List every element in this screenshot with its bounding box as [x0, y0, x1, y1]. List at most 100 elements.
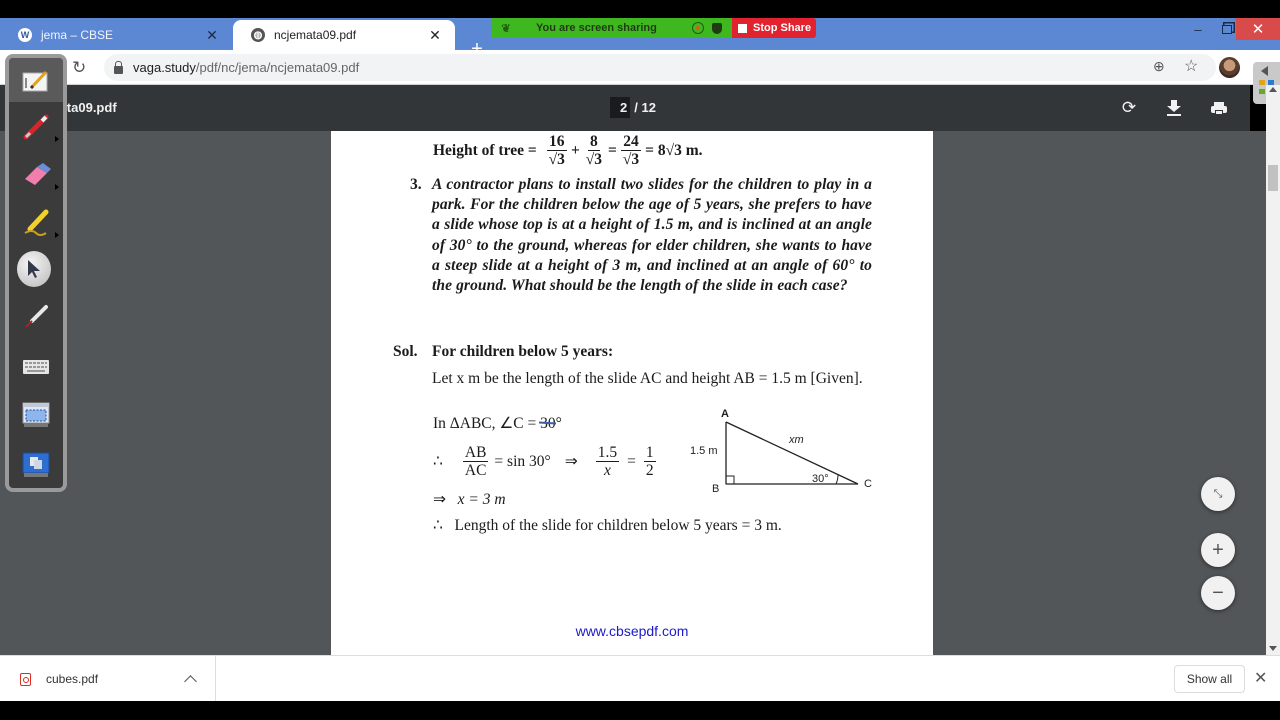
scroll-up-arrow-icon[interactable]: [1269, 87, 1277, 92]
total-pages: / 12: [630, 97, 660, 118]
download-icon: [1167, 100, 1181, 116]
fraction-24-root3: 24 √3: [621, 133, 641, 169]
pen-icon: [23, 114, 49, 140]
download-shelf: cubes.pdf Show all ✕: [0, 655, 1280, 702]
conclusion-text: Length of the slide for children below 5…: [454, 517, 782, 534]
download-file-name: cubes.pdf: [46, 672, 99, 686]
profile-avatar[interactable]: [1219, 57, 1240, 78]
download-item[interactable]: cubes.pdf: [0, 656, 216, 702]
screen-capture-icon: [22, 402, 50, 427]
total-pages-value: 12: [641, 100, 656, 115]
collapse-arrow-icon[interactable]: [1261, 66, 1268, 76]
pen-options-caret[interactable]: [55, 136, 59, 142]
show-all-button[interactable]: Show all: [1174, 665, 1245, 693]
pdf-page: Height of tree = 16 √3 + 8 √3 = 24 √3 = 8√3…: [331, 131, 933, 655]
scroll-down-arrow-icon[interactable]: [1269, 646, 1277, 651]
stop-icon: [738, 23, 747, 33]
zoom-out-button[interactable]: −: [1201, 576, 1235, 610]
vertex-b-label: B: [712, 483, 719, 495]
window-close-button[interactable]: ✕: [1236, 18, 1280, 40]
cbsepdf-link[interactable]: www.cbsepdf.com: [331, 623, 933, 639]
height-result: = 8√3 m.: [645, 141, 703, 159]
download-button[interactable]: [1163, 97, 1185, 119]
keyboard-tool[interactable]: [19, 350, 53, 384]
bookmark-star-icon[interactable]: ☆: [1184, 56, 1198, 76]
page-separator: /: [634, 100, 638, 115]
highlighter-icon: [24, 209, 49, 236]
screen-share-bar: ❦ You are screen sharing Stop Share: [492, 18, 816, 38]
pdf-file-icon: [20, 672, 31, 686]
fit-to-page-button[interactable]: ⤡: [1201, 477, 1235, 511]
browser-toolbar: ↻ vaga.study/pdf/nc/jema/ncjemata09.pdf …: [0, 50, 1280, 85]
print-button[interactable]: [1208, 97, 1230, 119]
taskbar-strip: [0, 701, 1280, 720]
therefore-symbol: ∴: [433, 453, 443, 471]
rotate-icon: ⟳: [1121, 98, 1137, 117]
fraction-16-root3: 16 √3: [547, 133, 567, 169]
highlighter-options-caret[interactable]: [55, 232, 59, 238]
window-capture-tool[interactable]: [19, 448, 53, 482]
folder-icon: [1259, 80, 1265, 85]
angle-c-label: 30°: [812, 473, 829, 485]
eraser-icon: [25, 163, 51, 185]
zoom-icon[interactable]: ⊕: [1153, 58, 1165, 75]
laser-pen-tool[interactable]: [19, 300, 53, 334]
stop-share-label: Stop Share: [753, 22, 812, 34]
fraction-8-root3: 8 √3: [585, 133, 603, 169]
tab-jema-cbse[interactable]: W jema – CBSE ✕: [0, 20, 232, 50]
x-result-line: ⇒ x = 3 m: [433, 491, 506, 508]
right-angle-mark: [725, 475, 735, 485]
question-number: 3.: [410, 176, 422, 193]
pointer-tool-circle: [17, 251, 51, 287]
current-page-input[interactable]: 2: [610, 97, 631, 118]
vertex-c-label: C: [864, 478, 872, 490]
tab-close-icon[interactable]: ✕: [204, 27, 220, 44]
side-ac-label: xm: [788, 434, 804, 446]
height-of-tree-line: Height of tree = 16 √3 + 8 √3 = 24 √3 = 8√3…: [433, 133, 703, 169]
rotate-button[interactable]: ⟳: [1118, 97, 1140, 119]
screen-capture-tool[interactable]: [19, 398, 53, 432]
pointer-tool[interactable]: [17, 251, 51, 287]
chevron-up-icon[interactable]: [184, 675, 197, 688]
whiteboard-icon: [22, 70, 48, 92]
implies-symbol: ⇒: [564, 453, 578, 471]
sin-30: = sin 30°: [494, 452, 551, 470]
tab-close-icon[interactable]: ✕: [427, 27, 443, 44]
url-path: /pdf/nc/jema/ncjemata09.pdf: [195, 60, 360, 75]
highlighter-tool[interactable]: [19, 206, 59, 240]
screen: W jema – CBSE ✕ ◍ ncjemata09.pdf ✕ + ❦ Y…: [0, 0, 1280, 720]
lock-icon[interactable]: [114, 60, 123, 74]
tab-title: ncjemata09.pdf: [274, 28, 357, 42]
angle-arc: [835, 474, 839, 485]
pdf-toolbar: ncjemata09.pdf 2 / 12 ⟳: [0, 85, 1250, 131]
laser-pen-icon: [25, 305, 48, 328]
reload-icon[interactable]: ↻: [72, 58, 86, 78]
side-ac: [725, 421, 859, 485]
window-capture-icon: [22, 452, 50, 477]
zoom-in-button[interactable]: +: [1201, 533, 1235, 567]
screen-share-text: You are screen sharing: [536, 22, 657, 34]
tab-ncjemata09[interactable]: ◍ ncjemata09.pdf ✕: [233, 20, 455, 50]
wordpress-icon: W: [18, 28, 32, 42]
conclusion-line: ∴ Length of the slide for children below…: [433, 517, 782, 534]
fit-to-page-icon: ⤡: [1213, 487, 1223, 500]
triangle-diagram: A B C 1.5 m xm 30°: [690, 408, 872, 495]
shield-icon: [712, 22, 722, 34]
vertical-scrollbar[interactable]: [1266, 85, 1280, 655]
eraser-options-caret[interactable]: [55, 184, 59, 190]
pointer-icon: [28, 260, 40, 278]
close-shelf-icon[interactable]: ✕: [1254, 668, 1267, 688]
pen-tool[interactable]: [19, 110, 59, 144]
address-bar[interactable]: vaga.study/pdf/nc/jema/ncjemata09.pdf: [104, 54, 1216, 81]
solution-heading: For children below 5 years:: [432, 343, 614, 360]
annotation-toolbar: [5, 54, 67, 492]
recording-icon: [692, 22, 704, 34]
whiteboard-tool[interactable]: [19, 64, 53, 98]
scroll-thumb[interactable]: [1268, 165, 1278, 191]
screen-share-status: ❦ You are screen sharing: [492, 18, 732, 38]
stop-share-button[interactable]: Stop Share: [732, 18, 816, 38]
restore-icon: [1222, 24, 1232, 34]
given-paragraph: Let x m be the length of the slide AC an…: [432, 370, 863, 387]
eraser-tool[interactable]: [19, 158, 59, 192]
height-label: Height of tree =: [433, 141, 537, 159]
